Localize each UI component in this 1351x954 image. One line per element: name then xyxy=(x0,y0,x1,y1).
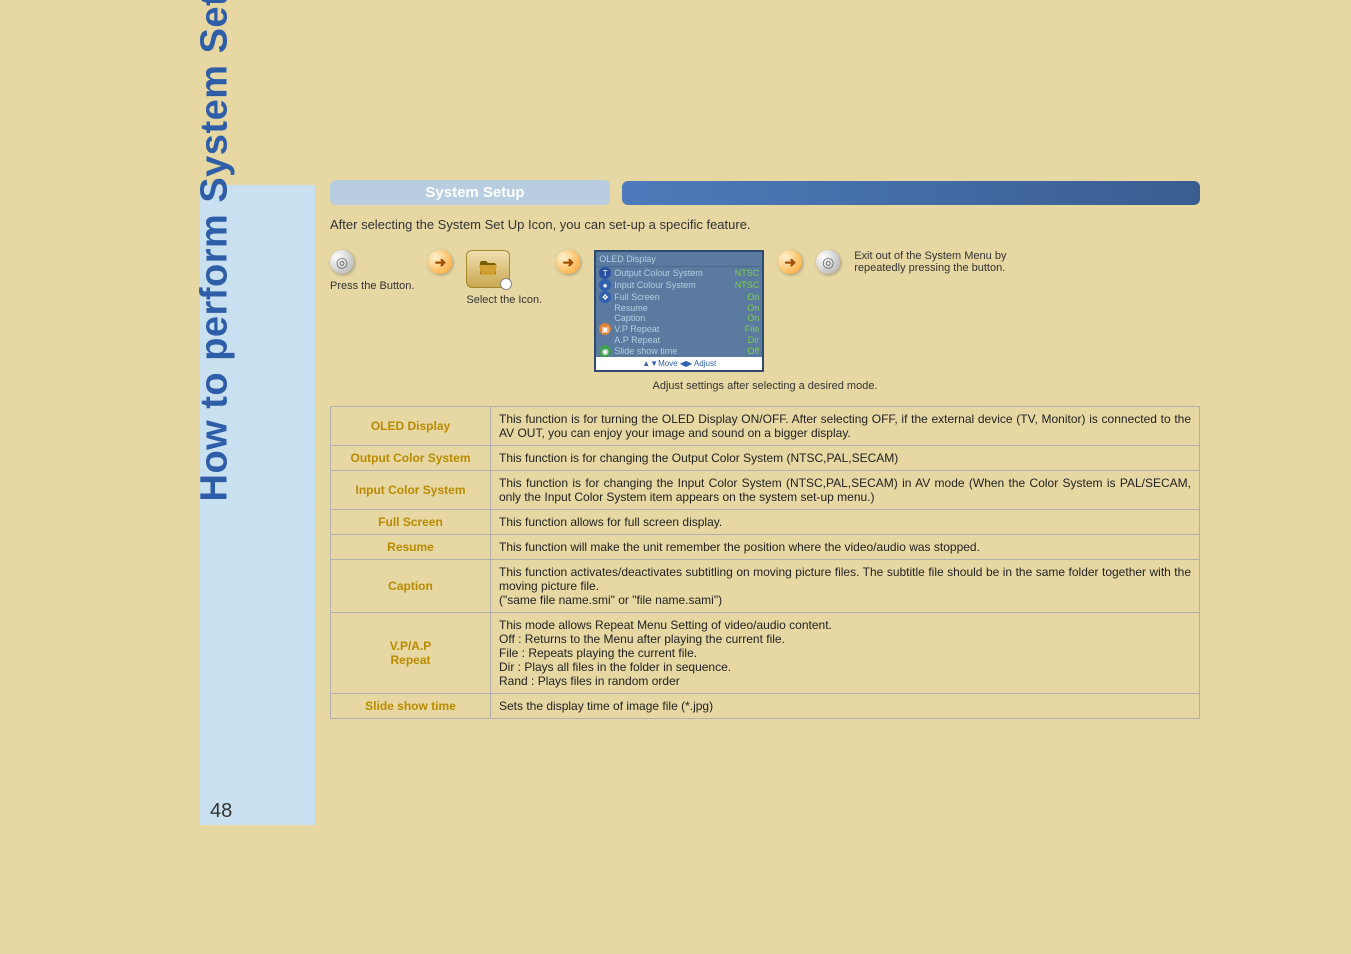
row-desc: This function will make the unit remembe… xyxy=(491,535,1200,560)
intro-text: After selecting the System Set Up Icon, … xyxy=(330,217,1200,232)
side-title: How to perform System Set Up xyxy=(194,0,237,502)
row-desc: This mode allows Repeat Menu Setting of … xyxy=(491,613,1200,694)
arrow-icon: ➜ xyxy=(778,250,802,274)
button-icon: ◎ xyxy=(816,250,840,274)
osd-item-label: A.P Repeat xyxy=(599,335,745,345)
osd-title: OLED Display xyxy=(599,254,656,264)
osd-item-value: File xyxy=(745,324,760,334)
title-bar: System Setup xyxy=(330,180,1200,205)
row-label: Output Color System xyxy=(331,446,491,471)
osd-item-value: NTSC xyxy=(735,268,760,278)
step-label: Select the Icon. xyxy=(466,294,542,306)
table-row: Full Screen This function allows for ful… xyxy=(331,510,1200,535)
table-row: Slide show time Sets the display time of… xyxy=(331,694,1200,719)
osd-item-value: Off xyxy=(747,346,759,356)
osd-icon: ◉ xyxy=(599,345,611,357)
row-desc: This function activates/deactivates subt… xyxy=(491,560,1200,613)
arrow-icon: ➜ xyxy=(428,250,452,274)
row-desc: Sets the display time of image file (*.j… xyxy=(491,694,1200,719)
arrow-icon: ➜ xyxy=(556,250,580,274)
step-press-button: ◎ Press the Button. xyxy=(330,250,414,292)
step-label: Press the Button. xyxy=(330,280,414,292)
osd-caption-text: Adjust settings after selecting a desire… xyxy=(330,380,1200,392)
table-row: Output Color System This function is for… xyxy=(331,446,1200,471)
button-icon: ◎ xyxy=(330,250,354,274)
step-select-icon: Select the Icon. xyxy=(466,250,542,306)
osd-icon: T xyxy=(599,267,611,279)
osd-item-value: On xyxy=(747,313,759,323)
row-label: Caption xyxy=(331,560,491,613)
row-desc: This function is for changing the Output… xyxy=(491,446,1200,471)
osd-item-label: Full Screen xyxy=(614,292,744,302)
settings-table: OLED Display This function is for turnin… xyxy=(330,406,1200,719)
osd-item-label: Slide show time xyxy=(614,346,744,356)
table-row: V.P/A.P Repeat This mode allows Repeat M… xyxy=(331,613,1200,694)
table-row: Caption This function activates/deactiva… xyxy=(331,560,1200,613)
osd-panel: OLED Display TOutput Colour SystemNTSC ●… xyxy=(594,250,764,372)
page-number: 48 xyxy=(200,798,242,825)
osd-item-label: Resume xyxy=(599,303,744,313)
osd-hint: ▲▼Move ◀▶ Adjust xyxy=(596,357,762,370)
row-label: Input Color System xyxy=(331,471,491,510)
step-exit: ◎ Exit out of the System Menu by repeate… xyxy=(816,250,1054,274)
row-label: Full Screen xyxy=(331,510,491,535)
row-desc: This function is for turning the OLED Di… xyxy=(491,407,1200,446)
osd-item-value: On xyxy=(747,303,759,313)
row-label: V.P/A.P Repeat xyxy=(331,613,491,694)
table-row: OLED Display This function is for turnin… xyxy=(331,407,1200,446)
osd-banner: OLED Display xyxy=(596,252,762,267)
osd-item-label: Output Colour System xyxy=(614,268,732,278)
row-label: Slide show time xyxy=(331,694,491,719)
osd-icon: ▣ xyxy=(599,323,611,335)
row-label: OLED Display xyxy=(331,407,491,446)
osd-item-label: V.P Repeat xyxy=(614,324,741,334)
title-decoration xyxy=(622,181,1200,205)
setup-folder-icon xyxy=(466,250,510,288)
osd-item-label: Input Colour System xyxy=(614,280,732,290)
step-label: Exit out of the System Menu by repeatedl… xyxy=(854,250,1054,274)
osd-item-value: On xyxy=(747,292,759,302)
row-desc: This function allows for full screen dis… xyxy=(491,510,1200,535)
osd-icon: ❖ xyxy=(599,291,611,303)
steps-row: ◎ Press the Button. ➜ Select the Icon. ➜… xyxy=(330,250,1200,372)
content-area: System Setup After selecting the System … xyxy=(330,180,1200,719)
table-row: Resume This function will make the unit … xyxy=(331,535,1200,560)
row-desc: This function is for changing the Input … xyxy=(491,471,1200,510)
osd-item-value: Dir xyxy=(748,335,760,345)
section-title: System Setup xyxy=(330,180,610,205)
osd-item-value: NTSC xyxy=(735,280,760,290)
table-row: Input Color System This function is for … xyxy=(331,471,1200,510)
row-label: Resume xyxy=(331,535,491,560)
osd-item-label: Caption xyxy=(599,313,744,323)
osd-icon: ● xyxy=(599,279,611,291)
